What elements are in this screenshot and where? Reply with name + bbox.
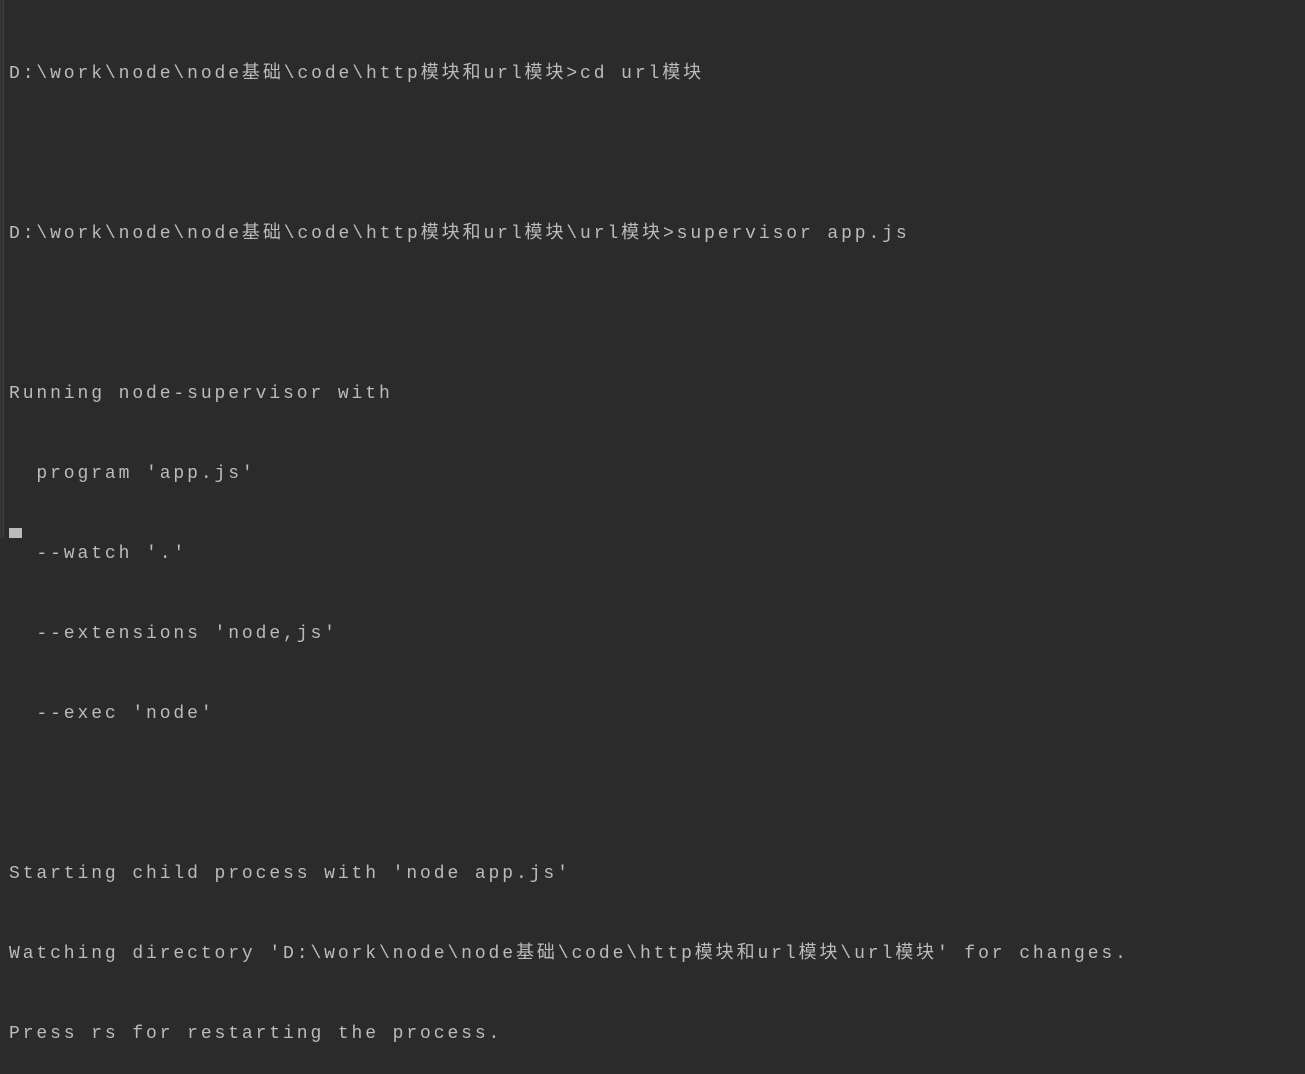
terminal-left-border	[0, 0, 4, 538]
terminal-line: --exec 'node'	[9, 704, 215, 724]
terminal-line: Starting child process with 'node app.js…	[9, 864, 571, 884]
terminal-line: program 'app.js'	[9, 464, 256, 484]
terminal-line: Press rs for restarting the process.	[9, 1024, 503, 1044]
terminal-line: Watching directory 'D:\work\node\node基础\…	[9, 944, 1129, 964]
terminal-cursor	[9, 528, 22, 538]
terminal-output[interactable]: D:\work\node\node基础\code\http模块和url模块>cd…	[9, 14, 1129, 1074]
terminal-line: --watch '.'	[9, 544, 188, 564]
terminal-line: D:\work\node\node基础\code\http模块和url模块>cd…	[9, 64, 705, 84]
terminal-line: Running node-supervisor with	[9, 384, 393, 404]
terminal-line: --extensions 'node,js'	[9, 624, 338, 644]
terminal-line: D:\work\node\node基础\code\http模块和url模块\ur…	[9, 224, 910, 244]
